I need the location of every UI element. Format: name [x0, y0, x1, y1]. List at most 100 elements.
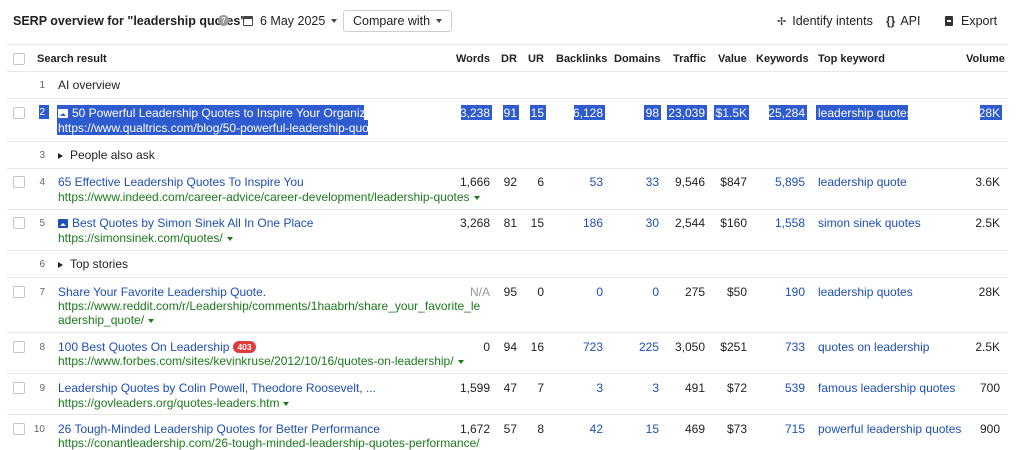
keywords-value[interactable]: 190: [747, 285, 805, 299]
domains-value[interactable]: 30: [603, 216, 659, 230]
keywords-value[interactable]: 715: [747, 422, 805, 436]
domains-value[interactable]: 225: [603, 340, 659, 354]
chevron-down-icon[interactable]: [148, 319, 155, 323]
traffic-value: 23,039: [668, 106, 705, 120]
col-search-result[interactable]: Search result: [37, 53, 107, 65]
row-position: 1: [39, 80, 45, 91]
export-button[interactable]: Export: [945, 14, 997, 28]
select-all-checkbox[interactable]: [13, 53, 25, 65]
col-ur[interactable]: UR: [528, 53, 544, 65]
serp-feature-toggle[interactable]: People also ask: [58, 148, 155, 162]
chevron-down-icon[interactable]: [283, 402, 290, 406]
result-url[interactable]: https://govleaders.org/quotes-leaders.ht…: [58, 396, 290, 410]
row-checkbox[interactable]: [13, 107, 25, 119]
words-value: 1,672: [459, 422, 490, 436]
row-position: 2: [39, 107, 45, 118]
help-icon[interactable]: ?: [218, 15, 229, 26]
result-title-link[interactable]: 50 Powerful Leadership Quotes to Inspire…: [58, 106, 392, 120]
result-title-link[interactable]: 65 Effective Leadership Quotes To Inspir…: [58, 175, 304, 189]
col-traffic[interactable]: Traffic: [673, 53, 706, 65]
result-title-link[interactable]: Best Quotes by Simon Sinek All In One Pl…: [58, 216, 313, 230]
api-button[interactable]: {} API: [886, 14, 921, 28]
keywords-value[interactable]: 5,895: [747, 175, 805, 189]
domains-value[interactable]: 33: [603, 175, 659, 189]
compare-with-button[interactable]: Compare with: [343, 10, 453, 32]
serp-feature-toggle[interactable]: Top stories: [58, 257, 128, 271]
top-keyword-link[interactable]: famous leadership quotes: [818, 381, 955, 395]
chevron-down-icon[interactable]: [457, 360, 464, 364]
result-url-continued[interactable]: adership_quote/: [58, 313, 155, 327]
traffic-value: 491: [684, 381, 705, 395]
result-title-link[interactable]: 100 Best Quotes On Leadership 403: [58, 340, 256, 354]
result-title-link[interactable]: Leadership Quotes by Colin Powell, Theod…: [58, 381, 376, 395]
image-icon: [58, 109, 68, 118]
domains-value[interactable]: 3: [603, 381, 659, 395]
col-keywords[interactable]: Keywords: [756, 53, 809, 65]
volume-value: 28K: [978, 106, 1000, 120]
top-keyword-link[interactable]: quotes on leadership: [818, 340, 929, 354]
col-backlinks[interactable]: Backlinks: [556, 53, 607, 65]
top-keyword-link[interactable]: simon sinek quotes: [818, 216, 921, 230]
result-title-link[interactable]: Share Your Favorite Leadership Quote.: [58, 285, 266, 299]
value-value: $50: [726, 285, 747, 299]
backlinks-value[interactable]: 186: [544, 216, 603, 230]
backlinks-value[interactable]: 53: [544, 175, 603, 189]
divider: [7, 71, 1008, 72]
top-keyword-link[interactable]: leadership quote: [818, 175, 907, 189]
top-keyword-link[interactable]: powerful leadership quotes: [818, 422, 961, 436]
row-checkbox[interactable]: [13, 286, 25, 298]
domains-value[interactable]: 0: [603, 285, 659, 299]
result-url[interactable]: https://www.qualtrics.com/blog/50-powerf…: [58, 121, 399, 135]
value-value: $1.5K: [715, 106, 747, 120]
chevron-down-icon[interactable]: [226, 237, 233, 241]
words-value: 1,666: [459, 175, 490, 189]
result-title-link[interactable]: 26 Tough-Minded Leadership Quotes for Be…: [58, 422, 380, 436]
col-volume[interactable]: Volume: [966, 53, 1005, 65]
words-value: 0: [483, 340, 490, 354]
col-top-keyword[interactable]: Top keyword: [818, 53, 885, 65]
date-picker[interactable]: 6 May 2025: [243, 10, 338, 32]
col-value[interactable]: Value: [718, 53, 747, 65]
identify-intents-button[interactable]: ✢ Identify intents: [777, 14, 873, 28]
date-label: 6 May 2025: [260, 14, 326, 28]
traffic-value: 9,546: [674, 175, 705, 189]
chevron-down-icon[interactable]: [392, 127, 399, 131]
col-domains[interactable]: Domains: [614, 53, 660, 65]
result-url[interactable]: https://conantleadership.com/26-tough-mi…: [58, 436, 480, 450]
volume-value: 900: [979, 422, 1000, 436]
backlinks-value[interactable]: 6,128: [544, 106, 603, 120]
status-badge: 403: [233, 341, 256, 353]
triangle-right-icon: [58, 262, 63, 268]
keywords-value[interactable]: 25,284: [747, 106, 805, 120]
result-url[interactable]: https://simonsinek.com/quotes/: [58, 231, 233, 245]
col-dr[interactable]: DR: [501, 53, 517, 65]
top-keyword-link[interactable]: leadership quotes: [818, 285, 913, 299]
result-url[interactable]: https://www.forbes.com/sites/kevinkruse/…: [58, 354, 464, 368]
row-checkbox[interactable]: [13, 341, 25, 353]
keywords-value[interactable]: 539: [747, 381, 805, 395]
row-position: 6: [39, 259, 45, 270]
chevron-down-icon: [436, 19, 443, 23]
col-words[interactable]: Words: [456, 53, 490, 65]
row-checkbox[interactable]: [13, 423, 25, 435]
result-url[interactable]: https://www.indeed.com/career-advice/car…: [58, 190, 480, 204]
backlinks-value[interactable]: 3: [544, 381, 603, 395]
row-checkbox[interactable]: [13, 176, 25, 188]
row-checkbox[interactable]: [13, 382, 25, 394]
toolbar: SERP overview for "leadership quotes" ? …: [0, 0, 1024, 42]
domains-value[interactable]: 98: [603, 106, 659, 120]
backlinks-value[interactable]: 0: [544, 285, 603, 299]
row-checkbox[interactable]: [13, 217, 25, 229]
result-url[interactable]: https://www.reddit.com/r/Leadership/comm…: [58, 299, 480, 313]
keywords-value[interactable]: 1,558: [747, 216, 805, 230]
keywords-value[interactable]: 733: [747, 340, 805, 354]
backlinks-value[interactable]: 42: [544, 422, 603, 436]
chevron-down-icon[interactable]: [473, 196, 480, 200]
domains-value[interactable]: 15: [603, 422, 659, 436]
top-keyword-link[interactable]: leadership quotes: [818, 106, 913, 120]
value-value: $251: [720, 340, 747, 354]
backlinks-value[interactable]: 723: [544, 340, 603, 354]
dr-value: 81: [503, 216, 517, 230]
value-value: $72: [726, 381, 747, 395]
divider: [7, 168, 1008, 169]
